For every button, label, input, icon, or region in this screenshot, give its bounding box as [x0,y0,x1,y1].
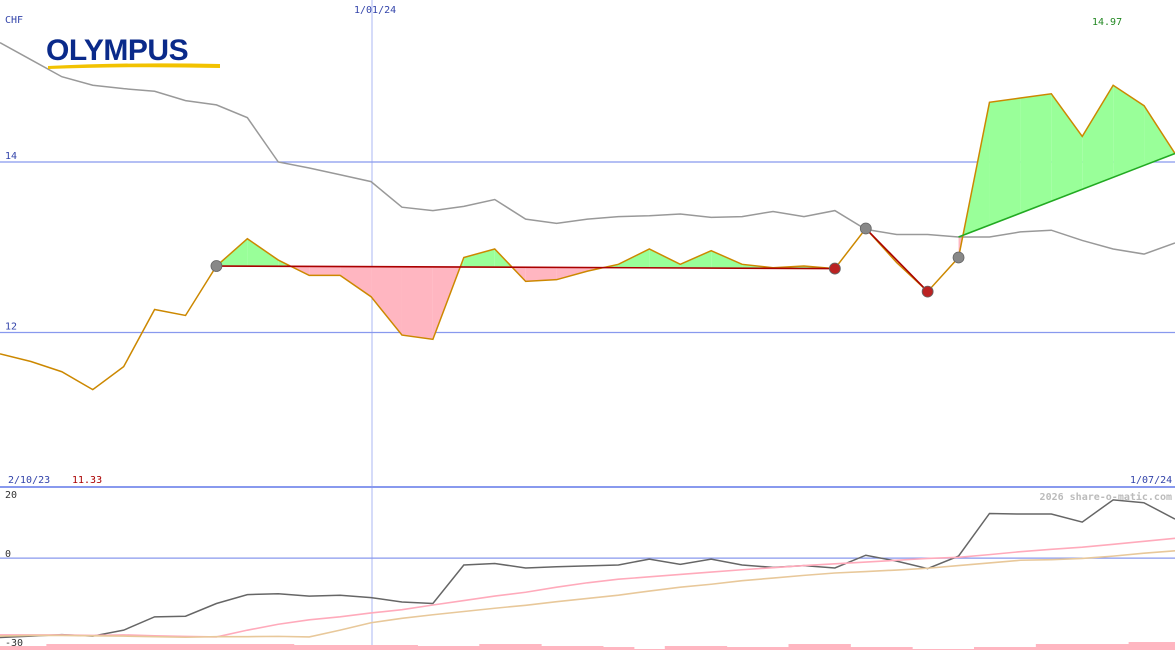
price-chart: 1412 200-30 CHF 1/01/24 14.97 2/10/23 11… [0,0,1175,650]
high-value-label: 14.97 [1092,17,1122,28]
watermark: 2026 share-o-matic.com [1040,491,1172,503]
area-fill [1051,93,1083,202]
volume-bar [1128,642,1161,650]
volume-bar [108,644,140,650]
marker-start [210,260,223,272]
osc-tick-label-0: 0 [5,549,11,560]
olympus-logo: OLYMPUS [46,34,220,69]
area-fill [1144,105,1175,166]
top-date-label: 1/01/24 [354,5,396,16]
volume-bar [15,646,47,650]
volume-bar [355,645,388,650]
volume-bar [417,646,449,650]
logo-text: OLYMPUS [46,34,188,67]
volume-bar [695,646,728,650]
y-tick-label-12: 12 [5,322,17,333]
y-tick-label-14: 14 [5,151,17,162]
area-fill [1113,85,1145,178]
area-fill [1082,85,1114,190]
volume-bar [572,646,604,650]
volume-bar [819,644,851,650]
area-fill [371,266,402,336]
volume-bar [1159,642,1175,650]
marker-start [859,222,872,235]
volume-bar [139,644,171,650]
start-date-label: 2/10/23 [8,475,50,486]
low-value-label: 11.33 [72,475,102,486]
marker-end [828,262,841,275]
volume-bar [1035,644,1068,650]
volume-bar [448,646,480,650]
volume-bar [479,644,511,650]
osc-series-average-b [0,549,1175,639]
volume-bar [1066,644,1099,650]
volume-bar [1097,644,1130,650]
marker-end [921,285,934,298]
volume-bar [324,645,357,650]
chart-stage: 14 12 20 0 -30 CHF 1/01/24 14.97 2/10/23 11… [0,0,1175,650]
area-fill [247,238,279,267]
area-fill [309,266,341,276]
area-fill [1020,93,1052,214]
volume-bar [231,644,264,650]
area-fill [989,98,1021,226]
volume-bar [510,644,542,650]
volume-bar [77,644,109,650]
volume-bar [200,644,233,650]
volume-bar [46,644,78,650]
volume-bar [262,644,295,650]
volume-bar [541,646,573,650]
area-fill [463,248,495,268]
volume-bar [386,645,418,650]
osc-tick-label-20: 20 [5,490,17,501]
area-fill [340,266,372,297]
volume-bar [664,646,697,650]
osc-series-average-a [0,537,1175,638]
area-fill [401,266,433,340]
volume-bar [0,646,16,650]
trend-line-loss [865,227,929,293]
end-date-label: 1/07/24 [1130,475,1172,486]
volume-bar [293,645,326,650]
osc-series-momentum [0,499,1175,639]
currency-label: CHF [5,15,23,26]
volume-bar [788,644,820,650]
volume-bar [170,644,202,650]
marker-start [952,251,965,264]
